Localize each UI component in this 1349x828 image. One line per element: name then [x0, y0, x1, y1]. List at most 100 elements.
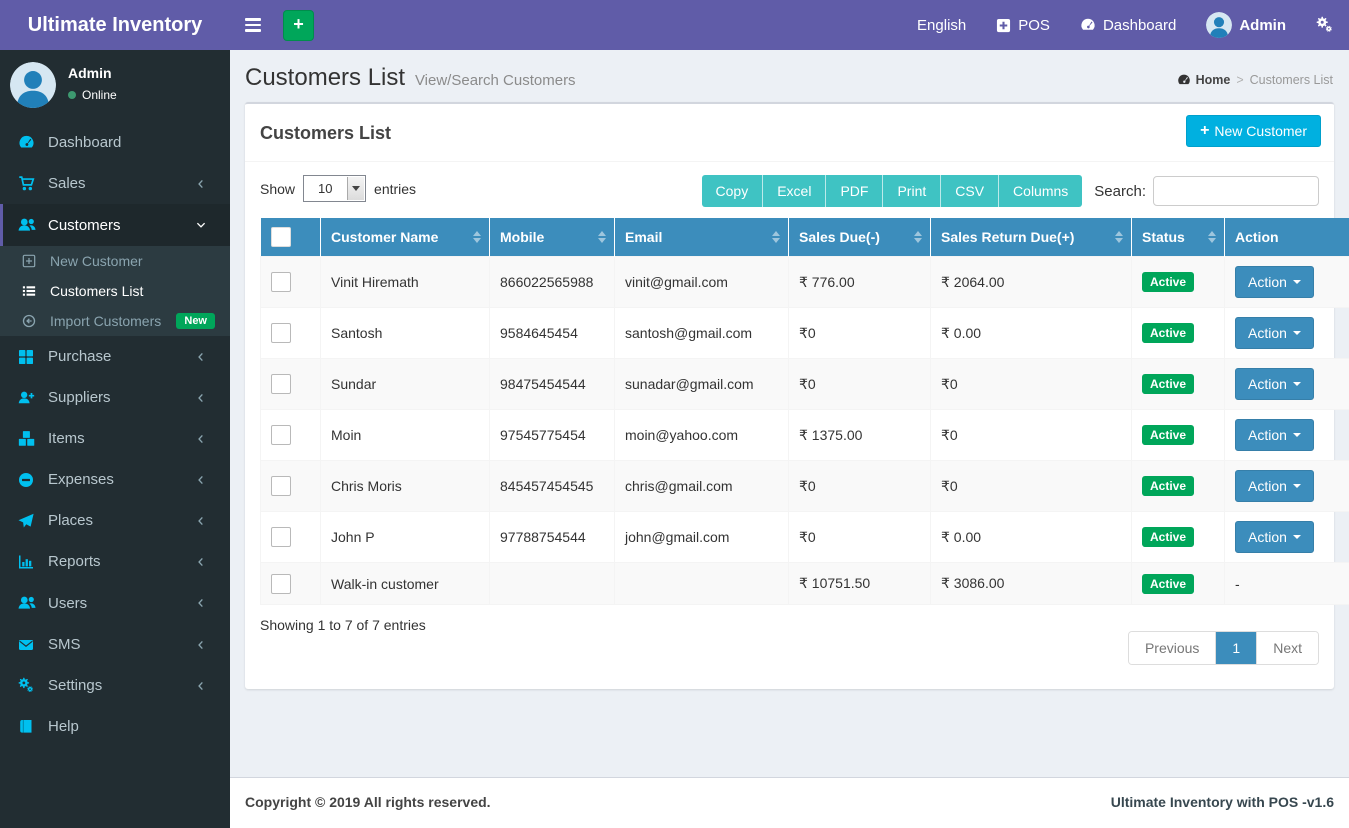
action-dropdown-button[interactable]: Action [1235, 419, 1314, 451]
column-header-action: Action [1224, 218, 1349, 257]
pagination-next-button[interactable]: Next [1256, 632, 1318, 664]
users-icon [18, 594, 38, 612]
sidebar-item-customers[interactable]: Customers [0, 204, 230, 246]
sidebar-item-help[interactable]: Help [0, 706, 230, 747]
action-dropdown-button[interactable]: Action [1235, 317, 1314, 349]
sidebar-item-dashboard[interactable]: Dashboard [0, 122, 230, 163]
sidebar-item-settings[interactable]: Settings [0, 665, 230, 706]
chevron-left-icon [195, 597, 215, 609]
sidebar-item-customers-list[interactable]: Customers List [0, 276, 230, 306]
sidebar-item-sales[interactable]: Sales [0, 163, 230, 204]
sort-icon [772, 231, 780, 243]
customer-name-cell: Chris Moris [320, 460, 490, 512]
sidebar-item-suppliers[interactable]: Suppliers [0, 377, 230, 418]
column-header-status[interactable]: Status [1131, 218, 1225, 257]
bar-chart-icon [18, 554, 38, 570]
pdf-button[interactable]: PDF [825, 175, 883, 207]
sidebar: Admin Online Dashboard Sales Customers N… [0, 50, 230, 828]
pos-link[interactable]: POS [981, 0, 1065, 50]
quick-add-button[interactable]: + [283, 9, 314, 41]
pagination: Previous 1 Next [1127, 631, 1319, 665]
sales-return-due-cell: ₹0 [930, 409, 1132, 461]
breadcrumb-home-link[interactable]: Home [1177, 73, 1230, 87]
avatar [10, 62, 56, 108]
action-dropdown-button[interactable]: Action [1235, 368, 1314, 400]
table-row: Sundar 98475454544 sunadar@gmail.com ₹0 … [260, 358, 1349, 410]
sales-return-due-cell: ₹0 [930, 460, 1132, 512]
excel-button[interactable]: Excel [762, 175, 826, 207]
mobile-cell: 9584645454 [489, 307, 615, 359]
sales-due-cell: ₹0 [788, 307, 931, 359]
search-input[interactable] [1153, 176, 1319, 206]
sidebar-item-new-customer[interactable]: New Customer [0, 246, 230, 276]
sales-return-due-cell: ₹ 2064.00 [930, 256, 1132, 308]
select-all-header [260, 218, 321, 257]
mobile-cell: 97788754544 [489, 511, 615, 563]
sidebar-item-expenses[interactable]: Expenses [0, 459, 230, 500]
page-subtitle: View/Search Customers [414, 72, 576, 89]
caret-down-icon [1292, 280, 1301, 284]
columns-button[interactable]: Columns [998, 175, 1083, 207]
csv-button[interactable]: CSV [940, 175, 999, 207]
mobile-cell: 845457454545 [489, 460, 615, 512]
card-title: Customers List [260, 123, 392, 143]
chevron-left-icon [195, 474, 215, 486]
select-all-checkbox[interactable] [270, 227, 291, 247]
dashboard-gauge-icon [1080, 17, 1096, 33]
copy-button[interactable]: Copy [701, 175, 763, 207]
sidebar-toggle-button[interactable] [230, 0, 275, 50]
row-checkbox[interactable] [271, 374, 291, 394]
footer-copyright: Copyright © 2019 All rights reserved. [245, 794, 491, 810]
chevron-left-icon [195, 178, 215, 190]
app-logo[interactable]: Ultimate Inventory [0, 0, 230, 50]
pagination-previous-button[interactable]: Previous [1128, 632, 1216, 664]
print-button[interactable]: Print [882, 175, 941, 207]
new-customer-button[interactable]: + New Customer [1186, 115, 1321, 147]
column-header-sales-due[interactable]: Sales Due(-) [788, 218, 931, 257]
action-dropdown-button[interactable]: Action [1235, 470, 1314, 502]
sidebar-item-places[interactable]: Places [0, 500, 230, 541]
column-header-email[interactable]: Email [614, 218, 789, 257]
entries-label: entries [374, 180, 417, 197]
user-menu[interactable]: Admin [1191, 0, 1301, 50]
pagination-page-1-button[interactable]: 1 [1215, 632, 1257, 664]
table-row: John P 97788754544 john@gmail.com ₹0 ₹ 0… [260, 511, 1349, 563]
customer-name-cell: Moin [320, 409, 490, 461]
column-header-customer-name[interactable]: Customer Name [320, 218, 490, 257]
grid-icon [18, 349, 38, 365]
sidebar-item-reports[interactable]: Reports [0, 541, 230, 582]
sales-return-due-cell: ₹ 3086.00 [930, 562, 1132, 605]
arrow-circle-left-icon [22, 314, 40, 328]
cart-icon [18, 175, 38, 192]
plus-icon: + [1200, 122, 1210, 139]
sidebar-item-sms[interactable]: SMS [0, 624, 230, 665]
row-checkbox[interactable] [271, 573, 291, 594]
table-row: Santosh 9584645454 santosh@gmail.com ₹0 … [260, 307, 1349, 359]
email-cell: santosh@gmail.com [614, 307, 789, 359]
page-length-select[interactable]: 10 [304, 176, 366, 201]
breadcrumb-separator: > [1236, 73, 1244, 87]
customer-name-cell: Vinit Hiremath [320, 256, 490, 308]
action-dropdown-button[interactable]: Action [1235, 521, 1314, 553]
settings-menu[interactable] [1301, 0, 1349, 50]
caret-down-icon [1292, 331, 1301, 335]
row-checkbox[interactable] [271, 272, 291, 292]
column-header-sales-return-due[interactable]: Sales Return Due(+) [930, 218, 1132, 257]
row-checkbox[interactable] [271, 425, 291, 445]
dashboard-link[interactable]: Dashboard [1065, 0, 1191, 50]
paper-plane-icon [18, 513, 38, 529]
sidebar-item-purchase[interactable]: Purchase [0, 336, 230, 377]
sales-return-due-cell: ₹ 0.00 [930, 307, 1132, 359]
list-icon [22, 284, 40, 298]
email-cell: moin@yahoo.com [614, 409, 789, 461]
action-dropdown-button[interactable]: Action [1235, 266, 1314, 298]
sidebar-item-import-customers[interactable]: Import Customers New [0, 306, 230, 336]
sidebar-item-users[interactable]: Users [0, 582, 230, 624]
row-checkbox[interactable] [271, 323, 291, 343]
column-header-mobile[interactable]: Mobile [489, 218, 615, 257]
language-menu[interactable]: English [902, 0, 981, 50]
row-checkbox[interactable] [271, 476, 291, 496]
sales-due-cell: ₹0 [788, 460, 931, 512]
sidebar-item-items[interactable]: Items [0, 418, 230, 459]
row-checkbox[interactable] [271, 527, 291, 547]
